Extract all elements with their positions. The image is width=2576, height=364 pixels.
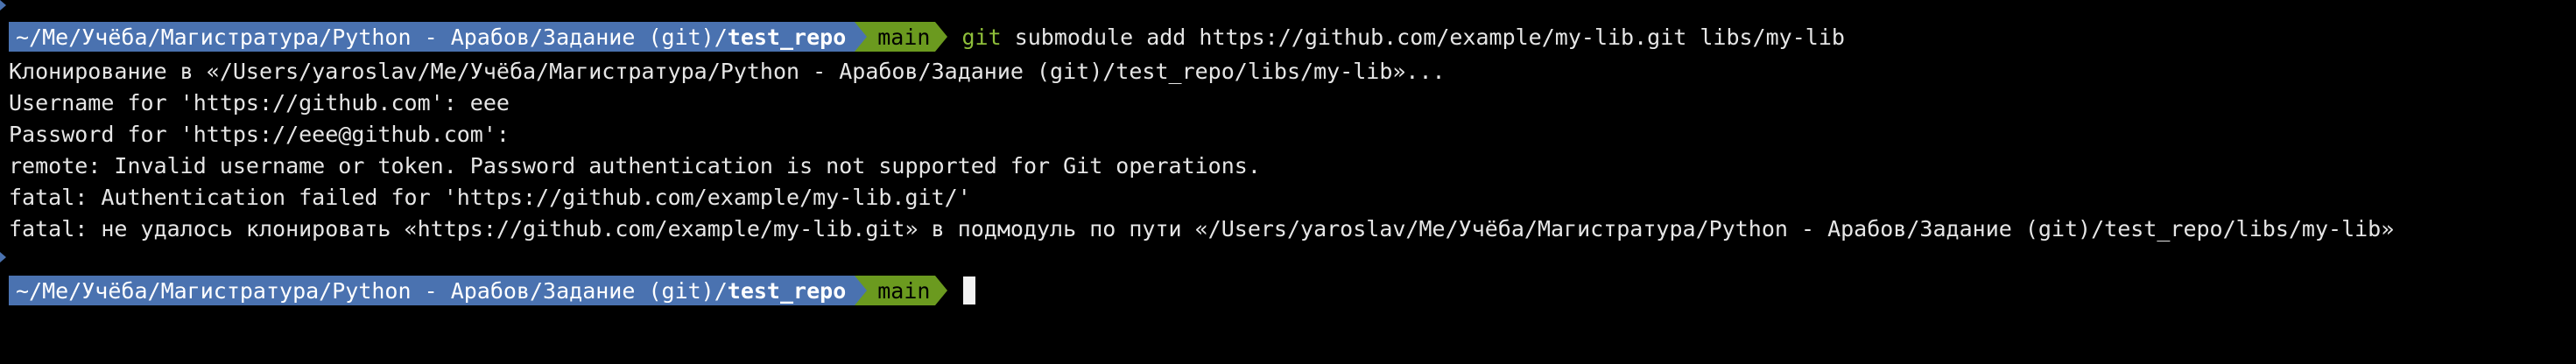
- command-arguments: submodule add https://github.com/example…: [1014, 24, 1845, 50]
- prompt-path-prefix: ~/Me/Учёба/Магистратура/Python - Арабов/…: [16, 24, 728, 50]
- output-line: Клонирование в «/Users/yaroslav/Me/Учёба…: [9, 59, 1446, 84]
- prompt-path-segment: ~/Me/Учёба/Магистратура/Python - Арабов/…: [9, 276, 855, 305]
- powerline-arrow-icon: [935, 22, 948, 52]
- text-cursor[interactable]: [963, 276, 976, 304]
- command-text: git submodule add https://github.com/exa…: [961, 24, 1844, 50]
- output-line: Username for 'https://github.com': eee: [9, 90, 510, 116]
- prompt-branch-segment: main: [867, 276, 936, 305]
- terminal-window[interactable]: ~/Me/Учёба/Магистратура/Python - Арабов/…: [0, 0, 2576, 364]
- command-git-keyword: git: [961, 24, 1002, 50]
- prompt-marker-icon: [0, 0, 6, 10]
- prompt-path-dir: test_repo: [727, 277, 847, 304]
- prompt-branch-name: main: [877, 24, 931, 50]
- powerline-arrow-icon: [855, 276, 868, 305]
- prompt-path-dir: test_repo: [727, 24, 847, 50]
- output-line: remote: Invalid username or token. Passw…: [9, 153, 1261, 178]
- prompt-path-prefix: ~/Me/Учёба/Магистратура/Python - Арабов/…: [16, 277, 728, 304]
- prompt-branch-segment: main: [867, 22, 936, 52]
- prompt-branch-name: main: [877, 277, 931, 304]
- prompt-line-2: ~/Me/Учёба/Магистратура/Python - Арабов/…: [9, 275, 976, 306]
- prompt-marker-icon: [0, 252, 6, 262]
- output-line: fatal: не удалось клонировать «https://g…: [9, 216, 2395, 242]
- prompt-line-1: ~/Me/Учёба/Магистратура/Python - Арабов/…: [9, 21, 1845, 52]
- powerline-arrow-icon: [855, 22, 868, 52]
- powerline-arrow-icon: [935, 276, 948, 305]
- output-line: Password for 'https://eee@github.com':: [9, 122, 510, 147]
- prompt-path-segment: ~/Me/Учёба/Магистратура/Python - Арабов/…: [9, 22, 855, 52]
- output-line: fatal: Authentication failed for 'https:…: [9, 185, 971, 210]
